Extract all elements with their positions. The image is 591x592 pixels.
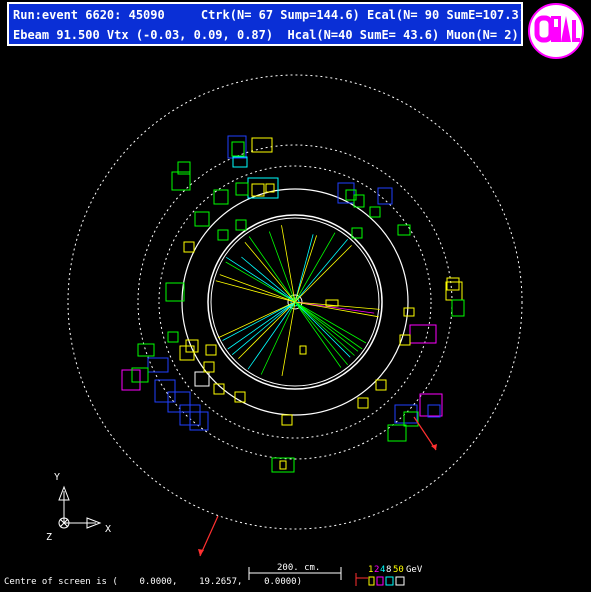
- logo-letter-l-foot: [572, 38, 580, 42]
- energy-value-2: 2: [374, 565, 379, 575]
- energy-value-8: 8: [386, 565, 391, 575]
- energy-value-4: 4: [380, 565, 385, 575]
- opal-logo: [528, 3, 584, 59]
- scale-bar-label: 200. cm.: [277, 563, 320, 573]
- event-info-line-1: Run:event 6620: 45090 Ctrk(N= 67 Sump=14…: [13, 8, 523, 22]
- y-axis-label: Y: [54, 472, 60, 483]
- event-info-panel: Run:event 6620: 45090 Ctrk(N= 67 Sump=14…: [7, 2, 523, 46]
- energy-value-1: 1: [368, 565, 373, 575]
- event-info-line-2: Ebeam 91.500 Vtx (-0.03, 0.09, 0.87) Hca…: [13, 28, 519, 42]
- event-display-canvas: Y X Z 200. cm. 1 2 4 8 50 GeV Centre of …: [0, 0, 591, 592]
- energy-value-50: 50: [393, 565, 404, 575]
- energy-unit: GeV: [406, 565, 423, 575]
- x-axis-label: X: [105, 524, 111, 535]
- centre-of-screen-text: Centre of screen is ( 0.0000, 19.2657, 0…: [4, 577, 302, 587]
- display-background: [0, 0, 591, 592]
- logo-letter-p-hole: [554, 19, 558, 27]
- z-axis-label: Z: [46, 532, 52, 543]
